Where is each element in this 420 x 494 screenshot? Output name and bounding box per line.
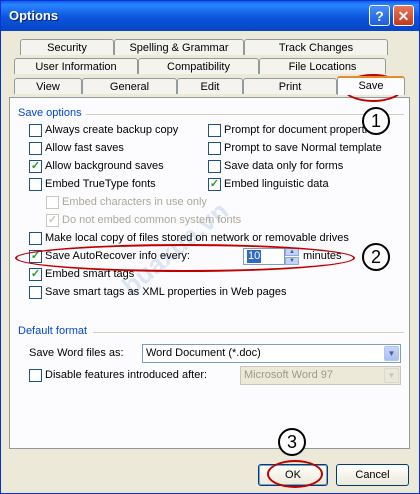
tab-row-3: View General Edit Print Save (1, 76, 419, 95)
tab-view[interactable]: View (14, 78, 82, 94)
tab-spelling-grammar[interactable]: Spelling & Grammar (114, 39, 244, 55)
default-format-heading: Default format (18, 325, 88, 337)
smart-tags-xml-label: Save smart tags as XML properties in Web… (45, 286, 287, 298)
disable-features-checkbox[interactable] (29, 369, 42, 382)
dialog-title: Options (9, 8, 59, 23)
embed-chars-in-use-label: Embed characters in use only (62, 196, 207, 208)
disable-features-value: Microsoft Word 97 (244, 369, 334, 381)
save-format-value: Word Document (*.doc) (146, 347, 261, 359)
save-word-files-as-label: Save Word files as: (29, 347, 124, 359)
dropdown-arrow-icon[interactable]: ▼ (384, 346, 399, 361)
disable-features-label: Disable features introduced after: (45, 369, 208, 381)
ok-button-highlight (267, 460, 323, 488)
tab-track-changes[interactable]: Track Changes (244, 39, 388, 55)
embed-truetype-checkbox[interactable] (29, 178, 42, 191)
tab-row-2: User Information Compatibility File Loca… (1, 58, 419, 75)
embed-linguistic-label: Embed linguistic data (224, 178, 329, 190)
save-options-heading: Save options (18, 107, 82, 119)
step-2-marker: 2 (362, 243, 390, 271)
title-bar[interactable]: Options ? ✕ (1, 1, 419, 31)
step-3-marker: 3 (278, 428, 306, 456)
embed-smart-tags-checkbox[interactable]: ✓ (29, 268, 42, 281)
embed-linguistic-checkbox[interactable]: ✓ (208, 178, 221, 191)
fast-saves-checkbox[interactable] (29, 142, 42, 155)
background-saves-label: Allow background saves (45, 160, 164, 172)
tab-compatibility[interactable]: Compatibility (138, 58, 259, 74)
smart-tags-xml-checkbox[interactable] (29, 286, 42, 299)
cancel-button[interactable]: Cancel (336, 464, 409, 486)
tab-print[interactable]: Print (243, 78, 337, 94)
background-saves-checkbox[interactable]: ✓ (29, 160, 42, 173)
tab-general[interactable]: General (82, 78, 177, 94)
prompt-doc-properties-label: Prompt for document properties (224, 124, 379, 136)
prompt-normal-template-checkbox[interactable] (208, 142, 221, 155)
default-format-divider (93, 332, 404, 333)
save-options-divider (86, 114, 404, 115)
prompt-normal-template-label: Prompt to save Normal template (224, 142, 382, 154)
dropdown-arrow-icon: ▼ (384, 368, 399, 383)
help-button[interactable]: ? (369, 5, 390, 26)
tab-save[interactable]: Save (337, 76, 405, 95)
no-embed-system-fonts-checkbox: ✓ (46, 214, 59, 227)
tab-file-locations[interactable]: File Locations (259, 58, 386, 74)
save-format-select[interactable]: Word Document (*.doc) ▼ (142, 344, 401, 363)
backup-copy-checkbox[interactable] (29, 124, 42, 137)
tab-user-information[interactable]: User Information (14, 58, 138, 74)
tab-security[interactable]: Security (20, 39, 114, 55)
save-forms-data-checkbox[interactable] (208, 160, 221, 173)
save-forms-data-label: Save data only for forms (224, 160, 344, 172)
disable-features-select: Microsoft Word 97 ▼ (240, 366, 401, 385)
options-dialog: Options ? ✕ Security Spelling & Grammar … (0, 0, 420, 494)
autorecover-highlight (15, 244, 355, 272)
embed-chars-in-use-checkbox (46, 196, 59, 209)
fast-saves-label: Allow fast saves (45, 142, 124, 154)
step-1-marker: 1 (362, 107, 390, 135)
tab-edit[interactable]: Edit (177, 78, 243, 94)
embed-truetype-label: Embed TrueType fonts (45, 178, 156, 190)
close-button[interactable]: ✕ (393, 5, 414, 26)
tab-row-1: Security Spelling & Grammar Track Change… (1, 39, 419, 56)
prompt-doc-properties-checkbox[interactable] (208, 124, 221, 137)
backup-copy-label: Always create backup copy (45, 124, 179, 136)
make-local-copy-checkbox[interactable] (29, 232, 42, 245)
no-embed-system-fonts-label: Do not embed common system fonts (62, 214, 242, 226)
make-local-copy-label: Make local copy of files stored on netwo… (45, 232, 349, 244)
